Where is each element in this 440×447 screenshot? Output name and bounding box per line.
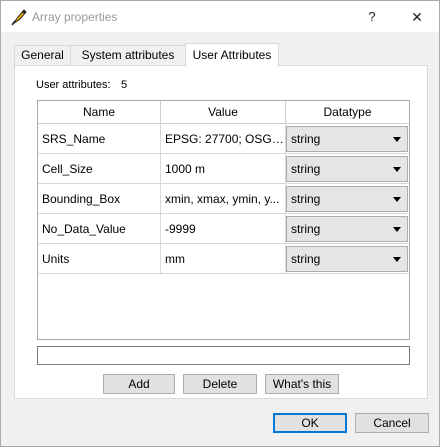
tab-general[interactable]: General (14, 45, 71, 66)
attribute-description-field[interactable] (37, 346, 410, 365)
table-header: Name Value Datatype (38, 101, 409, 124)
add-button[interactable]: Add (103, 374, 175, 394)
window-title: Array properties (32, 10, 118, 24)
chevron-down-icon (393, 137, 401, 142)
table-row[interactable]: Cell_Size 1000 m string (38, 154, 409, 184)
attribute-name-cell[interactable]: SRS_Name (38, 124, 161, 154)
table-row[interactable]: Bounding_Box xmin, xmax, ymin, y... stri… (38, 184, 409, 214)
datatype-value: string (291, 162, 321, 176)
datatype-value: string (291, 222, 321, 236)
help-button[interactable]: ? (359, 3, 385, 31)
datatype-value: string (291, 132, 321, 146)
attribute-name-cell[interactable]: Units (38, 244, 161, 274)
chevron-down-icon (393, 167, 401, 172)
user-attributes-count-label: User attributes: (36, 79, 111, 91)
datatype-dropdown[interactable]: string (286, 246, 408, 272)
attribute-value-cell[interactable]: mm (161, 244, 286, 274)
attributes-table: Name Value Datatype SRS_Name EPSG: 27700… (37, 100, 410, 340)
attribute-value-cell[interactable]: EPSG: 27700; OSGB ... (161, 124, 286, 154)
table-row[interactable]: Units mm string (38, 244, 409, 274)
attribute-value-cell[interactable]: xmin, xmax, ymin, y... (161, 184, 286, 214)
close-button[interactable]: ✕ (403, 3, 431, 31)
title-bar: Array properties ? ✕ (1, 1, 439, 32)
chevron-down-icon (393, 227, 401, 232)
datatype-value: string (291, 192, 321, 206)
tab-user-attributes[interactable]: User Attributes (185, 43, 279, 67)
tab-system-attributes[interactable]: System attributes (70, 45, 186, 66)
table-row[interactable]: No_Data_Value -9999 string (38, 214, 409, 244)
datatype-dropdown[interactable]: string (286, 156, 408, 182)
column-header-value[interactable]: Value (161, 101, 286, 124)
attribute-name-cell[interactable]: Cell_Size (38, 154, 161, 184)
table-row[interactable]: SRS_Name EPSG: 27700; OSGB ... string (38, 124, 409, 154)
delete-button[interactable]: Delete (183, 374, 257, 394)
cancel-button[interactable]: Cancel (355, 413, 429, 433)
datatype-dropdown[interactable]: string (286, 186, 408, 212)
whats-this-button[interactable]: What's this (265, 374, 339, 394)
attribute-value-cell[interactable]: 1000 m (161, 154, 286, 184)
column-header-name[interactable]: Name (38, 101, 161, 124)
user-attributes-count: 5 (121, 79, 128, 91)
datatype-dropdown[interactable]: string (286, 216, 408, 242)
array-properties-dialog: Array properties ? ✕ General System attr… (0, 0, 440, 447)
chevron-down-icon (393, 197, 401, 202)
app-feather-icon (11, 9, 27, 26)
attribute-name-cell[interactable]: No_Data_Value (38, 214, 161, 244)
attribute-value-cell[interactable]: -9999 (161, 214, 286, 244)
column-header-datatype[interactable]: Datatype (286, 101, 409, 124)
datatype-dropdown[interactable]: string (286, 126, 408, 152)
datatype-value: string (291, 252, 321, 266)
user-attributes-panel: User attributes: 5 Name Value Datatype S… (14, 65, 428, 399)
attribute-name-cell[interactable]: Bounding_Box (38, 184, 161, 214)
chevron-down-icon (393, 257, 401, 262)
ok-button[interactable]: OK (273, 413, 347, 433)
